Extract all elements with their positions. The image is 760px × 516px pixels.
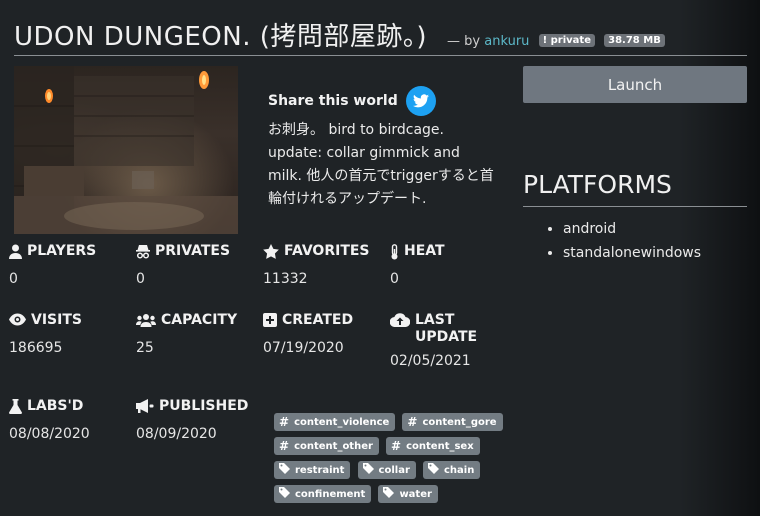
- platforms-heading: PLATFORMS: [523, 170, 672, 199]
- stat-labs: LABS'D 08/08/2020: [9, 398, 129, 442]
- stat-value: 02/05/2021: [390, 353, 471, 369]
- twitter-icon[interactable]: [405, 86, 436, 116]
- author-line: — by ankuru ! private 38.78 MB: [447, 34, 665, 49]
- stat-last-update: LAST UPDATE 02/05/2021: [390, 312, 510, 369]
- stat-heat: HEAT 0: [390, 243, 510, 287]
- stat-created: CREATED 07/19/2020: [263, 312, 383, 356]
- hash-icon: #: [279, 415, 290, 429]
- stat-players: PLAYERS 0: [9, 243, 129, 287]
- tag-chip[interactable]: restraint: [274, 461, 351, 479]
- stat-value: 0: [390, 271, 399, 287]
- thermometer-icon: [391, 244, 398, 260]
- tag-icon: [427, 463, 439, 477]
- stat-value: 0: [9, 271, 18, 287]
- stat-privates: PRIVATES 0: [136, 243, 256, 287]
- stat-label: FAVORITES: [284, 243, 370, 259]
- stat-label: HEAT: [404, 243, 445, 259]
- users-icon: [136, 314, 156, 327]
- stat-value: 07/19/2020: [263, 340, 344, 356]
- plus-square-icon: [263, 313, 277, 327]
- star-icon: [263, 244, 279, 259]
- tag-chip[interactable]: confinement: [274, 485, 372, 503]
- world-description: お刺身。 bird to birdcage. update: collar gi…: [268, 122, 494, 207]
- exclamation-icon: !: [542, 35, 548, 46]
- stat-label: CREATED: [282, 312, 354, 328]
- share-section: Share this world: [268, 86, 436, 116]
- stat-label: PLAYERS: [27, 243, 97, 259]
- tag-chip[interactable]: chain: [422, 461, 481, 479]
- tag-chip[interactable]: # content_sex: [386, 437, 480, 455]
- tag-chip[interactable]: # content_violence: [274, 413, 396, 431]
- tag-list: # content_violence # content_gore # content…: [274, 413, 514, 509]
- stat-visits: VISITS 186695: [9, 312, 129, 356]
- stat-favorites: FAVORITES 11332: [263, 243, 383, 287]
- share-label: Share this world: [268, 93, 398, 109]
- cloud-upload-icon: [390, 313, 410, 327]
- stat-label: LAST UPDATE: [415, 312, 478, 345]
- incognito-icon: [136, 245, 150, 259]
- hash-icon: #: [279, 439, 290, 453]
- flask-icon: [9, 399, 22, 414]
- title-divider: [14, 55, 747, 56]
- world-header: UDON DUNGEON. (拷問部屋跡。) — by ankuru ! pri…: [14, 16, 665, 53]
- platforms-list: android standalonewindows: [523, 217, 701, 265]
- launch-button[interactable]: Launch: [523, 66, 747, 103]
- private-badge: ! private: [538, 34, 595, 47]
- stat-value: 08/09/2020: [136, 426, 217, 442]
- hash-icon: #: [407, 415, 418, 429]
- author-link[interactable]: ankuru: [484, 34, 529, 49]
- hash-icon: #: [391, 439, 402, 453]
- platforms-divider: [523, 206, 747, 207]
- stat-label: CAPACITY: [161, 312, 238, 328]
- eye-icon: [9, 313, 26, 326]
- tag-icon: [279, 463, 290, 477]
- stat-label: PUBLISHED: [159, 398, 249, 414]
- world-title: UDON DUNGEON. (拷問部屋跡。): [14, 22, 428, 52]
- tag-chip[interactable]: water: [378, 485, 438, 503]
- stat-value: 25: [136, 340, 154, 356]
- world-thumbnail: [14, 66, 238, 234]
- stat-capacity: CAPACITY 25: [136, 312, 256, 356]
- stat-label: VISITS: [31, 312, 82, 328]
- stat-label: PRIVATES: [155, 243, 231, 259]
- stat-label: LABS'D: [27, 398, 84, 414]
- tag-chip[interactable]: collar: [357, 461, 416, 479]
- tag-icon: [362, 463, 374, 477]
- stat-value: 0: [136, 271, 145, 287]
- tag-chip[interactable]: # content_gore: [402, 413, 503, 431]
- tag-icon: [279, 487, 290, 501]
- stat-published: PUBLISHED 08/09/2020: [136, 398, 256, 442]
- platform-item: android: [563, 217, 701, 241]
- size-badge: 38.78 MB: [604, 34, 665, 47]
- tag-icon: [383, 487, 395, 501]
- user-icon: [9, 244, 22, 259]
- stat-value: 08/08/2020: [9, 426, 90, 442]
- stat-value: 186695: [9, 340, 63, 356]
- megaphone-icon: [136, 399, 154, 413]
- by-prefix: — by: [447, 34, 481, 49]
- platform-item: standalonewindows: [563, 241, 701, 265]
- stat-value: 11332: [263, 271, 308, 287]
- tag-chip[interactable]: # content_other: [274, 437, 379, 455]
